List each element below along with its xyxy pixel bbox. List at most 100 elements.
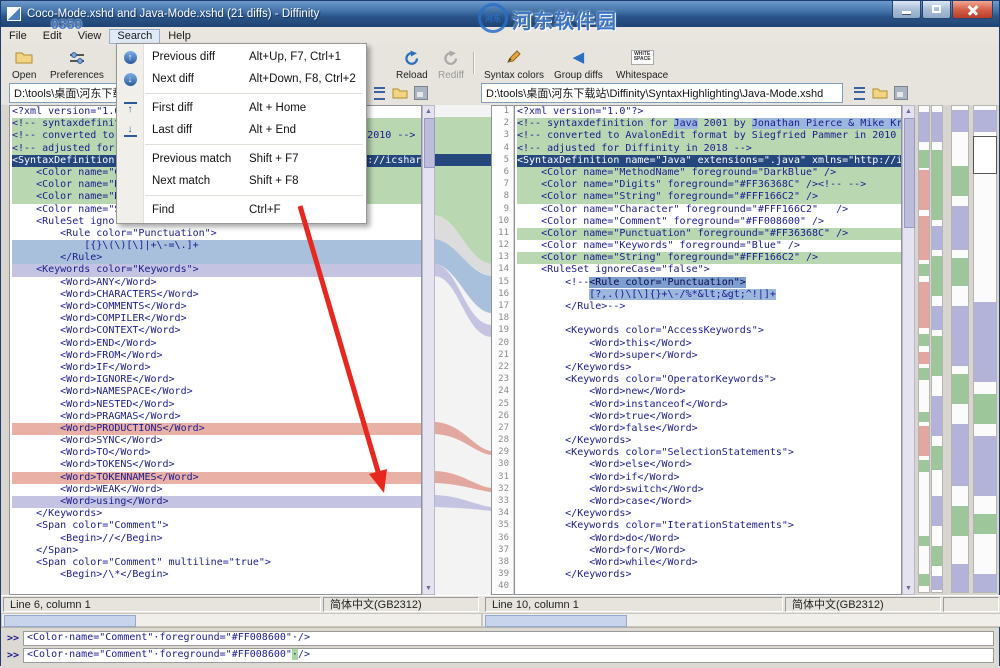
code-line: <Span color="Comment" multiline="true">: [12, 557, 421, 569]
save-icon: [414, 86, 428, 100]
line-number: 29: [492, 447, 513, 459]
window-title: Coco-Mode.xshd and Java-Mode.xshd (21 di…: [27, 8, 319, 20]
left-vertical-scrollbar[interactable]: ▲ ▼: [422, 105, 435, 595]
menu-file[interactable]: File: [1, 29, 35, 44]
diff-marker: [974, 110, 996, 132]
menu-item-next-diff[interactable]: ↓Next diffAlt+Down, F8, Ctrl+2: [117, 68, 366, 90]
line-number: 39: [492, 569, 513, 581]
code-line: <Color name="String" foreground="#FFF166…: [517, 191, 901, 203]
window-controls: [891, 1, 993, 19]
left-scroll-thumb[interactable]: [424, 118, 435, 168]
line-number: 27: [492, 423, 513, 435]
line-number: 19: [492, 325, 513, 337]
code-line: </Rule>-->: [517, 301, 901, 313]
left-horizontal-scrollbar[interactable]: [1, 613, 482, 627]
menu-item-last-diff[interactable]: ↓Last diffAlt + End: [117, 119, 366, 141]
menu-item-next-match[interactable]: Next matchShift + F8: [117, 170, 366, 192]
code-line: <Word>IF</Word>: [12, 362, 421, 374]
right-scroll-thumb[interactable]: [904, 118, 915, 228]
diff-marker: [952, 110, 968, 132]
menu-help[interactable]: Help: [160, 29, 199, 44]
code-line: <Word>SYNC</Word>: [12, 435, 421, 447]
status-resize-grip: [943, 597, 999, 612]
group-diffs-button[interactable]: ◀ Group diffs: [551, 47, 606, 83]
close-button[interactable]: [952, 1, 993, 19]
right-path-input[interactable]: [481, 83, 843, 103]
line-number: 30: [492, 459, 513, 471]
rediff-button[interactable]: Rediff: [435, 47, 467, 83]
right-code-pane[interactable]: <?xml version="1.0"?><!-- syntaxdefiniti…: [514, 105, 902, 595]
right-cursor-position: Line 10, column 1: [485, 597, 783, 612]
code-line: <Begin>//</Begin>: [12, 533, 421, 545]
syntax-colors-button[interactable]: Syntax colors: [481, 47, 547, 83]
scroll-up-icon[interactable]: ▲: [423, 106, 434, 117]
whitespace-label: Whitespace: [616, 70, 668, 81]
right-status-bar: Line 10, column 1 简体中文(GB2312): [482, 595, 1000, 613]
diff-overview-map[interactable]: [931, 105, 943, 593]
code-line: </Keywords>: [517, 362, 901, 374]
diff-marker: [932, 396, 942, 436]
diff-details-panel: >><Color·name="Comment"·foreground="#FF0…: [1, 627, 999, 668]
menu-edit[interactable]: Edit: [35, 29, 70, 44]
folder-icon: [872, 87, 888, 99]
diff-marker: [919, 426, 929, 456]
diff-line-preview: <Color·name="Comment"·foreground="#FF008…: [23, 648, 994, 663]
right-vertical-scrollbar[interactable]: ▲ ▼: [902, 105, 915, 595]
whitespace-button[interactable]: WHITESPACE Whitespace: [613, 47, 671, 83]
scroll-down-icon[interactable]: ▼: [903, 583, 914, 594]
menu-item-find[interactable]: FindCtrl+F: [117, 199, 366, 221]
menu-item-shortcut: Alt + End: [249, 124, 296, 136]
line-number: 1: [492, 106, 513, 118]
code-line: <Color name="Keywords" foreground="Blue"…: [517, 240, 901, 252]
left-list-button[interactable]: [369, 83, 389, 103]
code-line: [{}\(\)[\]|+\-=\.]+: [12, 240, 421, 252]
scroll-down-icon[interactable]: ▼: [423, 583, 434, 594]
right-save-button[interactable]: [891, 83, 911, 103]
rediff-label: Rediff: [438, 70, 464, 81]
left-save-button[interactable]: [411, 83, 431, 103]
scroll-up-icon[interactable]: ▲: [903, 106, 914, 117]
code-line: </Keywords>: [517, 508, 901, 520]
code-line: <Word>else</Word>: [517, 459, 901, 471]
left-open-file-button[interactable]: [390, 83, 410, 103]
left-hscroll-thumb[interactable]: [4, 615, 136, 627]
title-bar[interactable]: Coco-Mode.xshd and Java-Mode.xshd (21 di…: [1, 1, 999, 27]
diff-marker: [919, 334, 929, 346]
right-list-button[interactable]: [849, 83, 869, 103]
maximize-button[interactable]: [922, 1, 951, 19]
menu-item-previous-diff[interactable]: ↑Previous diffAlt+Up, F7, Ctrl+1: [117, 46, 366, 68]
code-line: <Word>END</Word>: [12, 338, 421, 350]
right-open-file-button[interactable]: [870, 83, 890, 103]
line-number: 18: [492, 313, 513, 325]
code-line: [517, 313, 901, 325]
right-horizontal-scrollbar[interactable]: [482, 613, 1000, 627]
viewport-indicator[interactable]: [973, 136, 997, 174]
diff-overview-map[interactable]: [973, 105, 997, 593]
code-line: <Word>false</Word>: [517, 423, 901, 435]
right-hscroll-thumb[interactable]: [485, 615, 627, 627]
menu-item-first-diff[interactable]: ↑First diffAlt + Home: [117, 97, 366, 119]
line-number: 13: [492, 252, 513, 264]
diff-overview-map[interactable]: [951, 105, 969, 593]
maximize-icon: [932, 5, 941, 13]
menu-search[interactable]: Search: [109, 29, 160, 44]
code-line: <Color name="Character" foreground="#FFF…: [517, 204, 901, 216]
menu-view[interactable]: View: [70, 29, 110, 44]
line-number: 37: [492, 545, 513, 557]
menu-item-previous-match[interactable]: Previous matchShift + F7: [117, 148, 366, 170]
minimize-button[interactable]: [892, 1, 921, 19]
preferences-button[interactable]: Preferences: [47, 47, 107, 83]
right-encoding: 简体中文(GB2312): [785, 597, 941, 612]
left-status-bar: Line 6, column 1 简体中文(GB2312): [1, 595, 482, 613]
code-line: [?,.()\[\]{}+\-/%*&lt;&gt;^!|]+: [517, 289, 901, 301]
line-number: 8: [492, 191, 513, 203]
code-line: <Word>PRAGMAS</Word>: [12, 411, 421, 423]
line-number: 15: [492, 277, 513, 289]
reload-button[interactable]: Reload: [393, 47, 431, 83]
diff-marker: [919, 264, 929, 276]
open-button[interactable]: Open: [9, 47, 39, 83]
code-line: </Keywords>: [12, 508, 421, 520]
diff-marker: [919, 536, 929, 546]
diff-marker: [919, 216, 929, 260]
diff-overview-map[interactable]: [918, 105, 930, 593]
